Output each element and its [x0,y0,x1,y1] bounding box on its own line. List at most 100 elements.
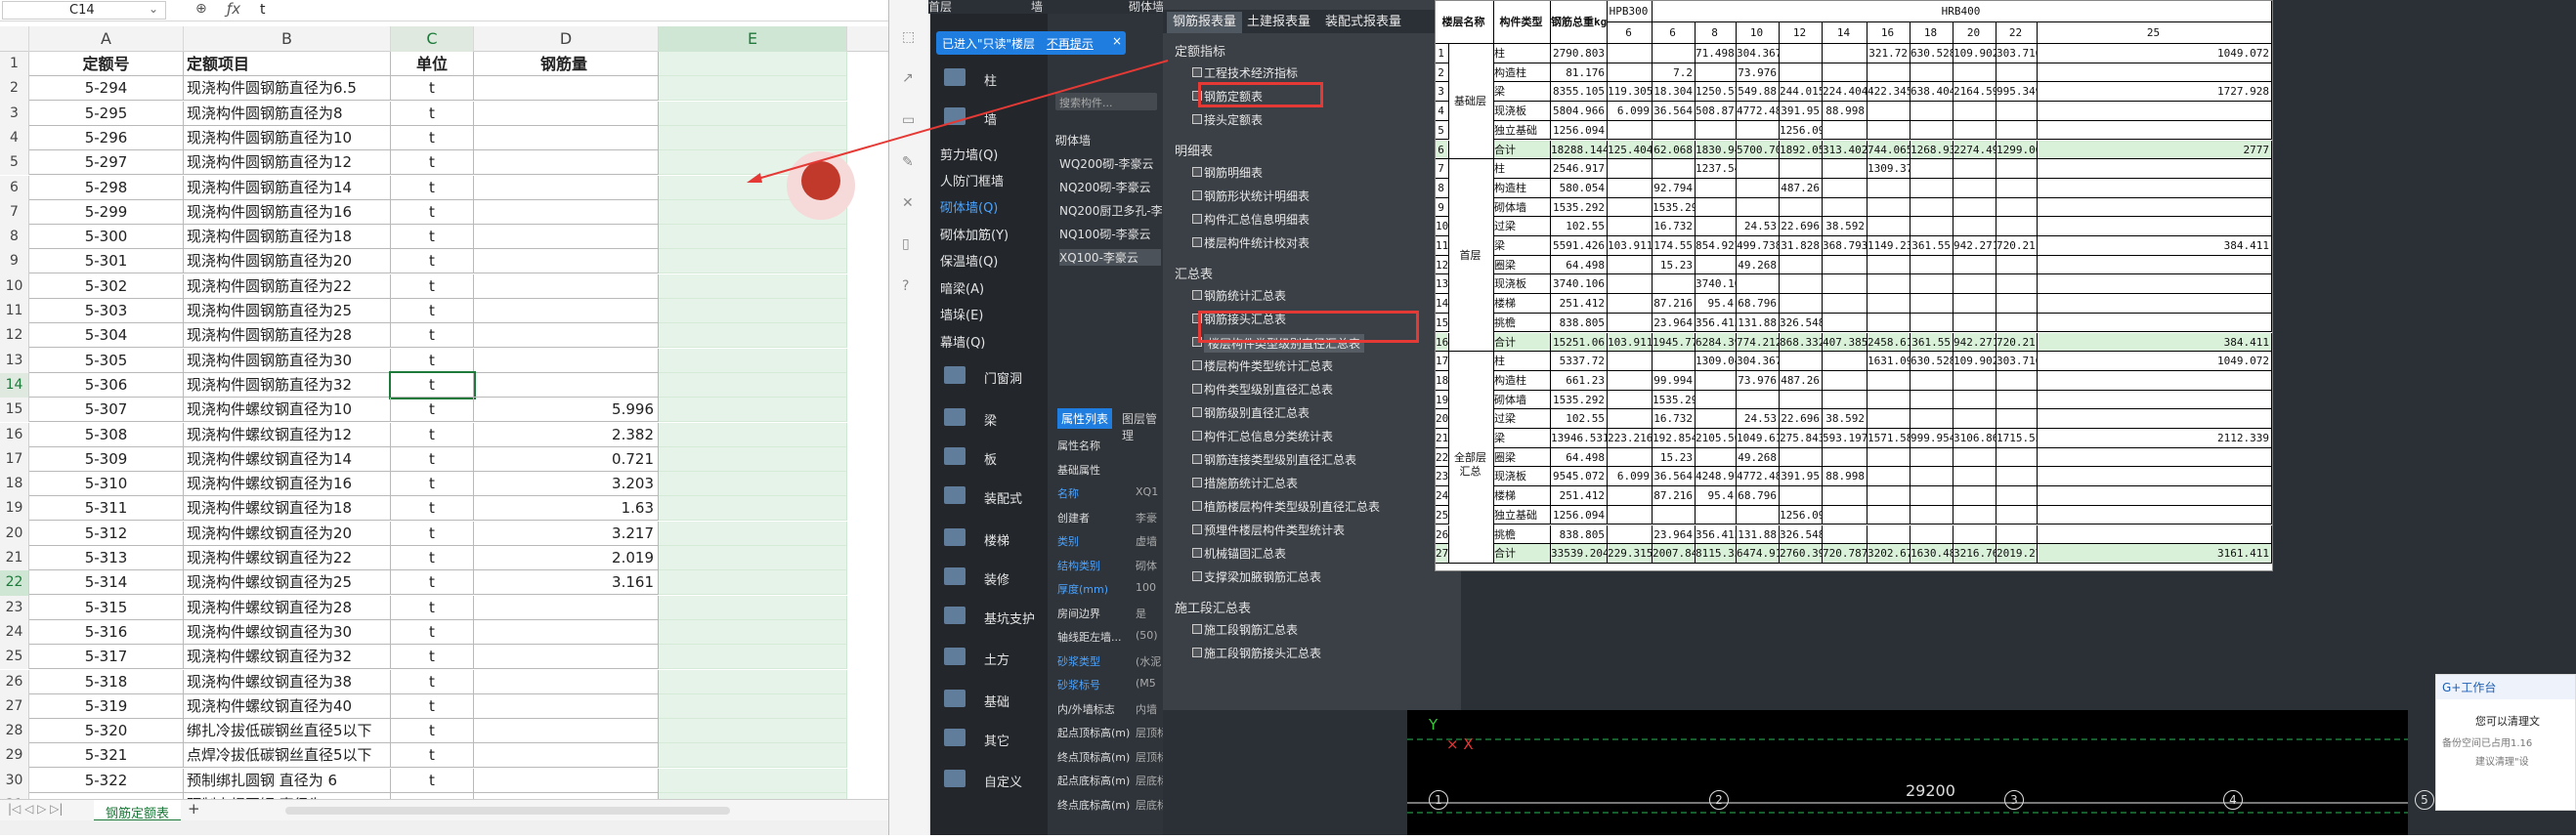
report-item[interactable]: 预埋件楼层构件类型统计表 [1191,522,1345,538]
row-number[interactable]: 9 [0,249,29,274]
table-cell[interactable]: 5-317 [29,645,184,670]
table-cell[interactable]: 5-321 [29,743,184,769]
row-number[interactable]: 30 [0,768,29,793]
table-cell[interactable]: 现浇构件螺纹钢直径为40 [184,693,391,719]
table-cell[interactable] [474,175,659,200]
table-cell[interactable]: 5-301 [29,249,184,274]
table-cell[interactable] [474,199,659,225]
property-value[interactable]: 层底标高 [1136,773,1163,788]
help-icon[interactable]: ? [902,278,909,294]
property-value[interactable]: 100 [1136,581,1163,594]
table-cell[interactable]: 5-306 [29,372,184,398]
select-tool-icon[interactable]: ⬚ [902,29,915,45]
table-cell[interactable] [474,125,659,150]
cell-e[interactable] [659,273,847,299]
row-number[interactable]: 15 [0,398,29,423]
close-notice-icon[interactable]: × [1112,34,1122,48]
table-cell[interactable]: 5-309 [29,446,184,472]
table-cell[interactable]: t [391,398,474,423]
table-cell[interactable]: 3.203 [474,472,659,497]
row-number[interactable]: 20 [0,521,29,546]
nav-item[interactable]: 门窗洞 [984,368,1022,387]
table-cell[interactable]: t [391,101,474,126]
column-header-a[interactable]: A [29,26,184,52]
row-number[interactable]: 13 [0,348,29,373]
table-cell[interactable]: 现浇构件圆钢筋直径为32 [184,372,391,398]
table-cell[interactable]: t [391,546,474,570]
cell-e[interactable] [659,225,847,250]
header-cell-a[interactable]: 定额号 [29,52,184,76]
report-item[interactable]: 构件汇总信息分类统计表 [1191,428,1333,444]
nav-item[interactable]: 保温墙(Q) [940,251,998,270]
table-cell[interactable]: 现浇构件螺纹钢直径为30 [184,619,391,645]
component-list-item[interactable]: NQ200厨卫多孔-李 [1059,202,1163,219]
cell-e[interactable] [659,619,847,645]
report-item[interactable]: 构件汇总信息明细表 [1191,211,1309,228]
table-cell[interactable]: 现浇构件圆钢筋直径为28 [184,323,391,349]
cell-e[interactable] [659,546,847,570]
nav-item[interactable]: 其它 [984,731,1009,749]
table-cell[interactable]: 5-314 [29,570,184,596]
table-cell[interactable]: 5-307 [29,398,184,423]
name-box[interactable]: C14 [2,1,166,20]
cell-e[interactable] [659,372,847,398]
table-cell[interactable]: 现浇构件螺纹钢直径为10 [184,398,391,423]
property-value[interactable]: (水泥 [1136,653,1163,669]
table-cell[interactable] [474,372,659,398]
table-cell[interactable]: 5-296 [29,125,184,150]
table-cell[interactable]: t [391,719,474,744]
report-item[interactable]: 植筋楼层构件类型级别直径汇总表 [1191,498,1380,515]
table-cell[interactable]: t [391,446,474,472]
sheet-tab[interactable]: 钢筋定额表 [94,800,182,821]
table-cell[interactable]: 现浇构件螺纹钢直径为18 [184,496,391,522]
table-cell[interactable]: t [389,370,476,399]
row-number[interactable]: 24 [0,619,29,646]
table-cell[interactable]: t [391,299,474,323]
table-cell[interactable]: 现浇构件螺纹钢直径为22 [184,546,391,570]
row-number[interactable]: 19 [0,496,29,522]
table-cell[interactable] [474,645,659,670]
row-number[interactable]: 4 [0,125,29,151]
nav-item[interactable]: 土方 [984,650,1009,668]
table-cell[interactable]: 现浇构件圆钢筋直径为12 [184,150,391,176]
header-cell-d[interactable]: 钢筋量 [474,52,659,76]
table-cell[interactable]: t [391,76,474,102]
table-cell[interactable]: 现浇构件圆钢筋直径为18 [184,225,391,250]
table-cell[interactable]: 5-305 [29,348,184,373]
table-cell[interactable]: 1.63 [474,496,659,522]
cell-e[interactable] [659,768,847,793]
table-cell[interactable]: 点焊冷拔低碳钢丝直径5以下 [184,743,391,769]
table-cell[interactable]: 5-310 [29,472,184,497]
report-item[interactable]: 措施筋统计汇总表 [1191,475,1298,491]
table-cell[interactable]: t [391,496,474,522]
table-cell[interactable]: t [391,669,474,694]
header-cell-c[interactable]: 单位 [391,52,474,76]
table-cell[interactable]: 现浇构件螺纹钢直径为16 [184,472,391,497]
row-number[interactable]: 26 [0,669,29,694]
menu-masonry-wall[interactable]: 砌体墙 [1129,0,1164,15]
table-cell[interactable]: t [391,521,474,546]
report-item[interactable]: 钢筋统计汇总表 [1191,287,1286,304]
row-number[interactable]: 7 [0,199,29,226]
row-number[interactable]: 5 [0,150,29,176]
cell-e[interactable] [659,743,847,769]
report-item[interactable]: 楼层构件类型统计汇总表 [1191,357,1333,374]
row-number[interactable]: 22 [0,570,29,596]
nav-item[interactable]: 装配式 [984,488,1022,507]
report-tab[interactable]: 装配式报表量 [1319,12,1407,33]
table-cell[interactable]: t [391,645,474,670]
table-cell[interactable]: 5-311 [29,496,184,522]
formula-input[interactable]: t [260,2,266,18]
nav-item[interactable]: 装修 [984,569,1009,588]
table-cell[interactable]: t [391,273,474,299]
nav-item[interactable]: 幕墙(Q) [940,332,985,351]
table-cell[interactable]: t [391,249,474,274]
table-cell[interactable]: t [391,125,474,150]
table-cell[interactable] [474,669,659,694]
table-cell[interactable]: 2.382 [474,422,659,447]
row-number[interactable]: 10 [0,273,29,299]
table-cell[interactable]: 现浇构件螺纹钢直径为25 [184,570,391,596]
table-cell[interactable] [474,693,659,719]
table-cell[interactable]: t [391,743,474,769]
table-cell[interactable]: 5-318 [29,669,184,694]
